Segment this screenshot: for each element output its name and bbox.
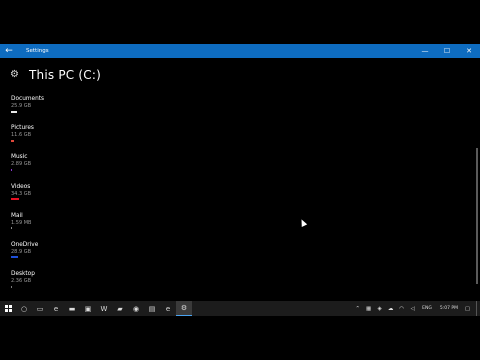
storage-item-size: 1.59 MB xyxy=(11,219,32,226)
show-hidden-icons-icon[interactable]: ⌃ xyxy=(352,306,363,312)
page-header: ⚙ This PC (C:) xyxy=(10,68,101,82)
usage-bar xyxy=(11,227,12,230)
storage-item-size: 2.89 GB xyxy=(11,161,32,168)
storage-item-name: Music xyxy=(11,154,28,161)
storage-item-name: Videos xyxy=(11,183,31,190)
windows-logo-icon xyxy=(4,305,12,312)
window-title: Settings xyxy=(26,48,49,54)
word-icon[interactable]: W xyxy=(96,301,112,316)
usage-bar xyxy=(11,285,12,288)
title-bar: ← Settings — ☐ ✕ xyxy=(0,44,480,58)
usage-bar xyxy=(11,198,19,201)
storage-item-size: 34.3 GB xyxy=(11,190,32,197)
storage-item[interactable]: Music 2.89 GB xyxy=(11,154,44,183)
show-desktop-button[interactable] xyxy=(476,301,480,316)
storage-item[interactable]: Desktop 2.36 GB xyxy=(11,271,44,300)
onedrive-cloud-icon[interactable]: ☁ xyxy=(385,306,396,312)
usage-bar xyxy=(11,256,18,259)
storage-item-name: Documents xyxy=(11,96,45,102)
storage-item-name: OneDrive xyxy=(11,241,39,248)
storage-item-size: 2.36 GB xyxy=(11,278,32,285)
gear-icon: ⚙ xyxy=(10,69,19,80)
usage-bar xyxy=(11,110,17,113)
shield-icon[interactable]: ◈ xyxy=(374,306,385,312)
usage-bar xyxy=(11,139,14,142)
back-arrow-icon[interactable]: ← xyxy=(0,44,18,58)
start-button[interactable] xyxy=(0,301,16,316)
edge-icon[interactable]: e xyxy=(48,301,64,316)
pinned-apps: e ▬ ▣ W ▰ ◉ ▤ e ⚙ xyxy=(48,301,192,316)
close-button[interactable]: ✕ xyxy=(458,44,480,58)
settings-icon[interactable]: ⚙ xyxy=(176,301,192,316)
maximize-button[interactable]: ☐ xyxy=(436,44,458,58)
usage-bar xyxy=(11,168,12,171)
ie-icon[interactable]: e xyxy=(160,301,176,316)
notes-icon[interactable]: ▤ xyxy=(144,301,160,316)
chrome-icon[interactable]: ◉ xyxy=(128,301,144,316)
wifi-icon[interactable]: ◠ xyxy=(396,306,407,312)
page-title: This PC (C:) xyxy=(29,68,101,82)
storage-item-size: 25.9 GB xyxy=(11,103,32,109)
network-icon[interactable]: ▦ xyxy=(363,306,374,312)
storage-item-size: 28.9 GB xyxy=(11,248,32,255)
store-icon[interactable]: ▣ xyxy=(80,301,96,316)
task-view-button[interactable]: ▭ xyxy=(32,301,48,316)
settings-window: ← Settings — ☐ ✕ ⚙ This PC (C:) Document… xyxy=(0,44,480,301)
storage-item-name: Pictures xyxy=(11,125,34,132)
storage-item-size: 11.6 GB xyxy=(11,132,32,139)
clock[interactable]: 5:07 PM xyxy=(436,306,462,311)
storage-item-name: Desktop xyxy=(11,271,35,278)
storage-item-name: Mail xyxy=(11,212,23,219)
storage-category-list: Documents 25.9 GB Pictures 11.6 GB Music 2.89… xyxy=(11,96,44,300)
letterbox-top xyxy=(0,0,480,44)
notification-icon[interactable]: ▢ xyxy=(462,306,473,312)
storage-item[interactable]: OneDrive 28.9 GB xyxy=(11,242,44,271)
scrollbar-thumb[interactable] xyxy=(476,148,478,284)
letterbox-bottom xyxy=(0,316,480,360)
volume-icon[interactable]: ◁ xyxy=(407,306,418,312)
search-button[interactable]: ○ xyxy=(16,301,32,316)
storage-item[interactable]: Pictures 11.6 GB xyxy=(11,125,44,154)
storage-item[interactable]: Mail 1.59 MB xyxy=(11,213,44,242)
media-icon[interactable]: ▰ xyxy=(112,301,128,316)
system-tray: ⌃ ▦ ◈ ☁ ◠ ◁ ENG 5:07 PM ▢ xyxy=(352,301,480,316)
taskbar: ○ ▭ e ▬ ▣ W ▰ ◉ ▤ e ⚙ ⌃ ▦ ◈ ☁ ◠ ◁ ENG 5:07 PM ▢ xyxy=(0,301,480,316)
minimize-button[interactable]: — xyxy=(414,44,436,58)
file-explorer-icon[interactable]: ▬ xyxy=(64,301,80,316)
language-indicator[interactable]: ENG xyxy=(418,306,436,311)
storage-item[interactable]: Videos 34.3 GB xyxy=(11,184,44,213)
storage-item[interactable]: Documents 25.9 GB xyxy=(11,96,44,125)
